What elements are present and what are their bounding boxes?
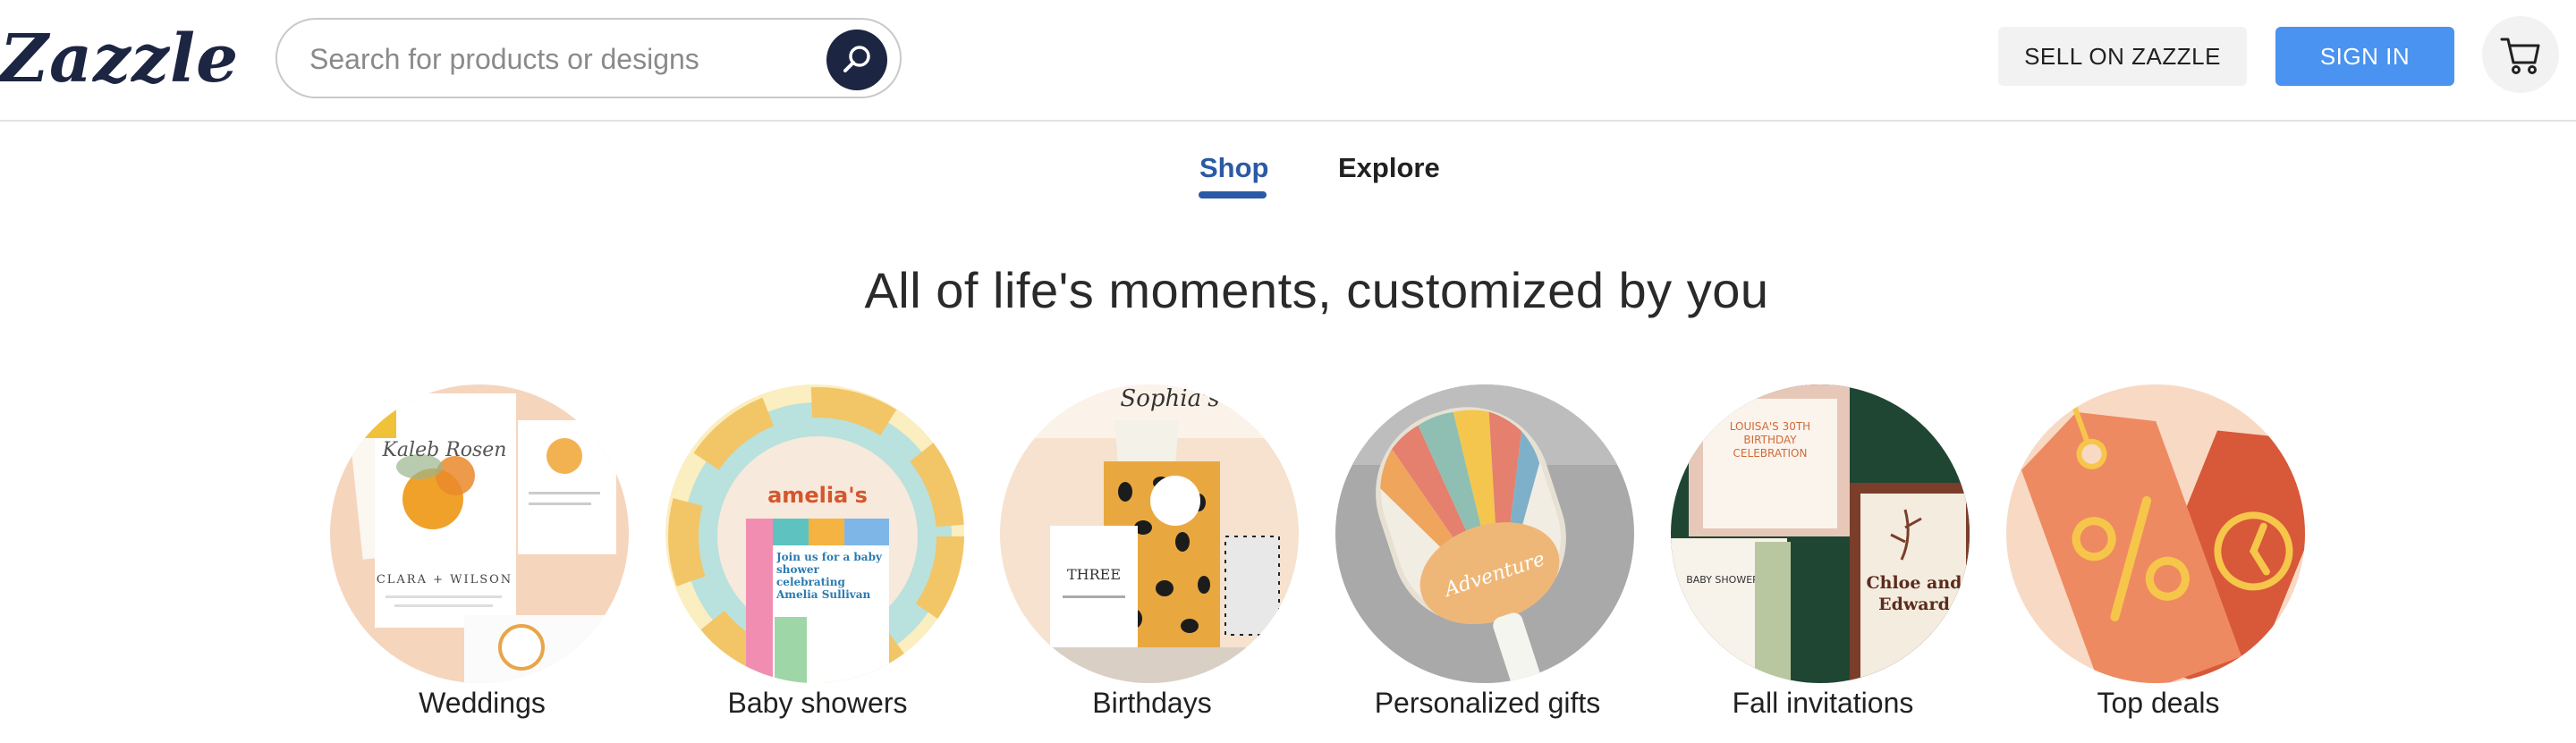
top-deals-thumbnail — [2006, 384, 2305, 683]
sign-in-button[interactable]: SIGN IN — [2275, 27, 2454, 86]
category-row: Kaleb Rosen CLARA + WILSON Weddings amel… — [0, 384, 2576, 742]
category-top-deals[interactable]: Top deals — [2006, 384, 2310, 742]
page-headline: All of life's moments, customized by you — [864, 262, 1769, 318]
category-label: Weddings — [419, 687, 546, 719]
baby-showers-thumbnail: amelia's Join us for a baby shower celeb… — [665, 384, 964, 683]
search-input[interactable] — [309, 38, 792, 80]
personalized-gifts-thumbnail: Adventure — [1335, 384, 1634, 683]
fall-invitations-thumbnail: LOUISA'S 30TH BIRTHDAY CELEBRATION BABY … — [1671, 384, 1970, 683]
category-weddings[interactable]: Kaleb Rosen CLARA + WILSON Weddings — [330, 384, 634, 742]
sell-on-zazzle-button[interactable]: SELL ON ZAZZLE — [1998, 27, 2247, 86]
tab-explore[interactable]: Explore — [1338, 152, 1440, 184]
category-baby-showers[interactable]: amelia's Join us for a baby shower celeb… — [665, 384, 970, 742]
category-label: Baby showers — [727, 687, 908, 719]
tab-shop[interactable]: Shop — [1199, 152, 1269, 184]
category-birthdays[interactable]: Sophia's THREE Birthdays — [1000, 384, 1304, 742]
search-icon — [843, 46, 870, 72]
wedding-couple-text: CLARA + WILSON — [377, 573, 513, 587]
fall-card-1-text: LOUISA'S 30TH BIRTHDAY CELEBRATION — [1729, 420, 1811, 460]
category-label: Personalized gifts — [1374, 687, 1601, 719]
fall-card-3-text: BABY SHOWER — [1686, 574, 1759, 586]
fall-card-2-text: Chloe and Edward — [1866, 573, 1962, 614]
birthday-card-text: THREE — [1067, 566, 1121, 583]
birthdays-thumbnail: Sophia's THREE — [1000, 384, 1299, 683]
category-fall-invitations[interactable]: LOUISA'S 30TH BIRTHDAY CELEBRATION BABY … — [1671, 384, 1975, 742]
zazzle-logo[interactable]: Zazzle — [0, 14, 239, 104]
cart-icon — [2500, 38, 2540, 74]
category-label: Top deals — [2097, 687, 2220, 719]
tab-bar: Shop Explore — [0, 152, 2576, 206]
category-label: Birthdays — [1092, 687, 1212, 719]
search-button[interactable] — [826, 30, 887, 90]
top-header: Zazzle SELL ON ZAZZLE SIGN IN — [0, 0, 2576, 122]
search-bar — [275, 18, 902, 98]
category-personalized-gifts[interactable]: Adventure Personalized gifts — [1335, 384, 1640, 742]
wedding-script-text: Kaleb Rosen — [382, 439, 507, 461]
baby-name-text: amelia's — [767, 483, 868, 508]
birthday-name-text: Sophia's — [1120, 385, 1219, 412]
active-tab-indicator — [1199, 191, 1267, 198]
category-label: Fall invitations — [1732, 687, 1914, 719]
weddings-thumbnail: Kaleb Rosen CLARA + WILSON — [330, 384, 629, 683]
cart-button[interactable] — [2482, 16, 2559, 93]
baby-card-text: Join us for a baby shower celebrating Am… — [776, 551, 882, 601]
